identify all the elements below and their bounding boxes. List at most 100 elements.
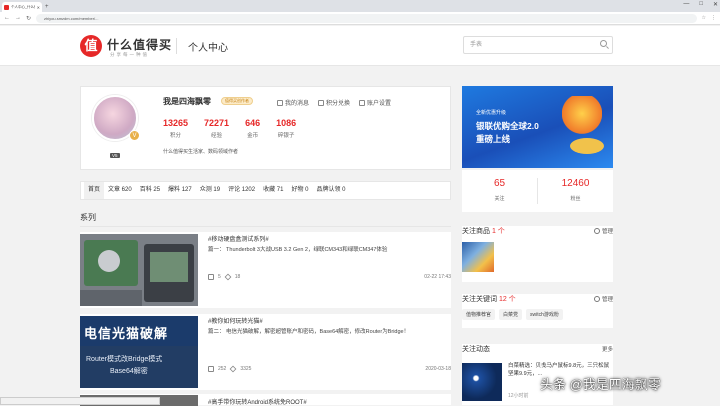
planet-illustration (570, 138, 604, 154)
keyword-chips: 值物推荐官 白菜党 switch游戏粉 (462, 309, 563, 320)
stat-points: 13265 积分 (163, 118, 188, 139)
panel-title: 关注关键词 12 个 (462, 294, 516, 304)
messages-label: 我的消息 (285, 101, 310, 107)
account-settings-link[interactable]: 账户设置 (359, 98, 391, 107)
search-icon[interactable] (600, 40, 607, 47)
follow-stats: 65 关注 12460 粉丝 (462, 170, 613, 212)
tab-home[interactable]: 首页 (84, 182, 105, 199)
stat-silver: 1086 碎银子 (276, 118, 296, 139)
forward-icon[interactable]: → (15, 15, 21, 21)
manage-label: 管理 (601, 229, 613, 235)
tab-deals[interactable]: 爆料 127 (164, 182, 196, 199)
address-bar: ← → ↻ zhiyou.smzdm.com/member/... ☆ ⋮ (0, 12, 720, 25)
keyword-chip[interactable]: 白菜党 (499, 309, 523, 320)
watermark: 头条 @我是四海飘零 (540, 377, 661, 392)
user-name: 我是四海飘零 (163, 97, 211, 106)
thumb-line: Router模式改Bridge模式 (86, 356, 163, 363)
publish-date: 02-22 17:43 (424, 274, 451, 280)
article-title[interactable]: 篇二： 电信光猫破解，解密超管账户和密码，Base64解密，修改Router为B… (208, 328, 443, 336)
logo[interactable]: 值 (80, 35, 102, 57)
article-title[interactable]: 篇一： Thunderbolt 3大战USB 3.2 Gen 2，绿联CM343… (208, 246, 443, 254)
reload-icon[interactable]: ↻ (26, 15, 31, 22)
favorite-icon[interactable] (229, 365, 237, 373)
browser-tab[interactable]: 个人中心_什么值得买 ✕ (2, 2, 42, 12)
tab-tests[interactable]: 众测 19 (196, 182, 224, 199)
tab-title: 个人中心_什么值得买 (11, 4, 35, 9)
profile-stats: 13265 积分 72271 经验 646 金币 1086 碎银子 (163, 118, 296, 139)
close-tab-icon[interactable]: ✕ (37, 5, 40, 10)
search-input[interactable]: 手表 (463, 36, 613, 54)
promo-banner[interactable]: 全新优惠升级 银联优购全球2.0 重磅上线 (462, 86, 613, 168)
messages-link[interactable]: 我的消息 (277, 98, 309, 107)
fans-stat[interactable]: 12460 粉丝 (538, 170, 613, 212)
stat-value: 646 (245, 118, 261, 128)
followed-keywords-panel: 关注关键词 12 个 管理 值物推荐官 白菜党 switch游戏粉 (462, 294, 613, 328)
article-thumbnail[interactable]: 电信光猫破解 Router模式改Bridge模式 Base64解密 (80, 316, 198, 388)
section-title: 系列 (80, 213, 96, 222)
search-placeholder: 手表 (470, 42, 483, 48)
rocket-illustration (562, 96, 602, 140)
medal-icon: V (129, 130, 140, 141)
manage-button[interactable]: 管理 (593, 295, 613, 303)
stat-value: 1086 (276, 118, 297, 128)
back-icon[interactable]: ← (4, 15, 10, 21)
hard-drive-image (80, 234, 198, 306)
keyword-chip[interactable]: switch游戏粉 (526, 309, 563, 320)
series-title[interactable]: #教你如何玩转光猫# (208, 316, 263, 325)
panel-title-text: 关注商品 (462, 228, 490, 235)
divider (80, 226, 451, 227)
like-count: 5 (218, 274, 221, 280)
points-exchange-label: 积分兑换 (326, 101, 351, 107)
manage-button[interactable]: 管理 (593, 227, 613, 235)
list-item[interactable]: #移动硬盘盒测试系列# 篇一： Thunderbolt 3大战USB 3.2 G… (80, 232, 451, 308)
panel-count: 12 个 (498, 296, 516, 303)
feed-thumbnail[interactable] (462, 363, 502, 401)
gear-icon (593, 296, 600, 302)
gift-icon (318, 100, 325, 106)
divider (176, 38, 177, 54)
article-meta: 252 3325 2020-03-18 (208, 365, 451, 373)
panel-count: 1 个 (491, 228, 505, 235)
minimize-button[interactable]: — (683, 1, 689, 8)
stat-value: 13265 (163, 118, 189, 128)
page-title: 个人中心 (188, 43, 228, 54)
banner-tag: 全新优惠升级 (476, 110, 507, 116)
list-item[interactable]: 电信光猫破解 Router模式改Bridge模式 Base64解密 #教你如何玩… (80, 314, 451, 390)
stat-experience: 72271 经验 (204, 118, 229, 139)
like-icon[interactable] (208, 366, 214, 372)
tab-goods[interactable]: 好物 0 (287, 182, 312, 199)
banner-subhead: 重磅上线 (476, 134, 511, 144)
series-title[interactable]: #移动硬盘盒测试系列# (208, 234, 269, 243)
url-field[interactable]: zhiyou.smzdm.com/member/... (36, 13, 697, 23)
article-thumbnail[interactable] (80, 234, 198, 306)
points-exchange-link[interactable]: 积分兑换 (318, 98, 350, 107)
tab-favorites[interactable]: 收藏 71 (259, 182, 287, 199)
tab-brand[interactable]: 品牌认领 0 (312, 182, 349, 199)
more-link[interactable]: 更多 (602, 345, 613, 353)
keyword-chip[interactable]: 值物推荐官 (462, 309, 496, 320)
close-window-button[interactable]: ✕ (713, 1, 718, 8)
brand-name[interactable]: 什么值得买 (107, 36, 172, 53)
content-tabs: 首页 文章 620 百科 25 爆料 127 众测 19 评论 1202 收藏 … (80, 181, 451, 200)
star-bookmark-icon[interactable]: ☆ (702, 15, 706, 21)
new-tab-button[interactable]: + (45, 2, 49, 12)
following-stat[interactable]: 65 关注 (462, 170, 537, 212)
slogan: 分享每一种值 (110, 52, 149, 57)
maximize-button[interactable]: □ (699, 1, 703, 8)
like-icon[interactable] (208, 274, 214, 280)
tab-wiki[interactable]: 百科 25 (136, 182, 164, 199)
panel-title: 关注商品 1 个 (462, 226, 505, 236)
stat-label: 碎银子 (277, 133, 295, 139)
status-bar (0, 397, 160, 405)
tab-comments[interactable]: 评论 1202 (224, 182, 259, 199)
panel-title: 关注动态 (462, 346, 490, 353)
menu-icon[interactable]: ⋮ (711, 15, 716, 21)
gear-icon (593, 228, 600, 234)
tab-articles[interactable]: 文章 620 (104, 182, 136, 199)
creator-badge[interactable]: 值得买创作者 (221, 97, 253, 105)
message-icon (277, 100, 283, 106)
favicon-icon (4, 4, 9, 10)
level-badge: V5 (110, 153, 120, 158)
favorite-icon[interactable] (224, 273, 232, 281)
product-thumbnail[interactable] (462, 242, 494, 272)
